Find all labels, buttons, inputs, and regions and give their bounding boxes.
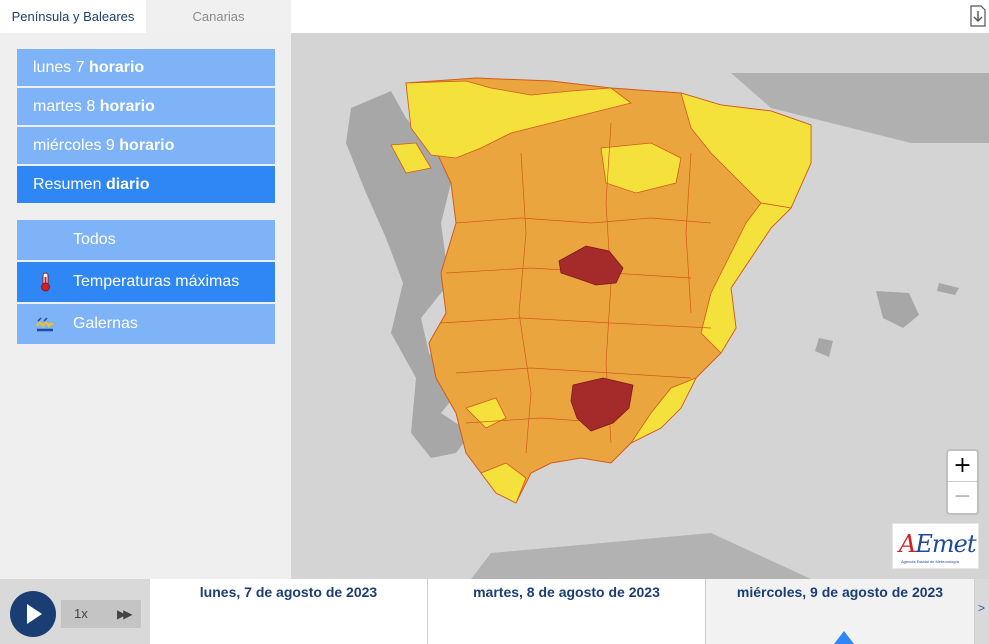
day-button-lunes[interactable]: lunes 7 horario: [17, 49, 275, 86]
day-label: miércoles 9: [33, 137, 115, 154]
zoom-control: + −: [946, 449, 979, 515]
day-label: martes 8: [33, 98, 96, 115]
timeline-date-miercoles[interactable]: miércoles, 9 de agosto de 2023: [706, 579, 975, 644]
thermometer-icon: [41, 272, 50, 292]
africa-land: [471, 533, 811, 579]
tab-canarias[interactable]: Canarias: [146, 0, 291, 33]
day-mode: horario: [119, 137, 175, 154]
mallorca-land: [876, 291, 919, 328]
day-mode: diario: [105, 176, 150, 193]
day-label: Resumen: [33, 176, 102, 193]
download-icon[interactable]: [969, 5, 987, 27]
filter-label: Temperaturas máximas: [73, 273, 240, 290]
day-mode: horario: [89, 59, 145, 76]
zoom-out-button[interactable]: −: [948, 482, 977, 513]
filter-temperaturas-maximas[interactable]: Temperaturas máximas: [17, 262, 275, 302]
timeline-bar: 1x ▶▶ < lunes, 7 de agosto de 2023 marte…: [0, 579, 989, 644]
date-label: miércoles, 9 de agosto de 2023: [736, 584, 944, 600]
logo-subtitle: Agencia Estatal de Meteorología: [901, 559, 959, 564]
aemet-logo: AEmet Agencia Estatal de Meteorología: [892, 523, 979, 569]
logo-letter-a: A: [899, 530, 916, 558]
day-button-miercoles[interactable]: miércoles 9 horario: [17, 127, 275, 164]
filter-galernas[interactable]: Galernas: [17, 304, 275, 344]
warnings-map-app: Península y Baleares Canarias lunes 7 ho…: [0, 0, 989, 644]
logo-letters: Emet: [915, 530, 976, 558]
day-mode: horario: [99, 98, 155, 115]
speed-label: 1x: [74, 606, 88, 621]
filter-label: Todos: [73, 231, 116, 248]
play-button[interactable]: [10, 591, 56, 637]
day-button-resumen[interactable]: Resumen diario: [17, 166, 275, 203]
timeline-pointer-icon: [834, 631, 854, 644]
sidebar: lunes 7 horario martes 8 horario miércol…: [0, 33, 291, 579]
filter-label: Galernas: [73, 315, 138, 332]
speed-control[interactable]: 1x ▶▶: [61, 600, 141, 628]
tab-peninsula[interactable]: Península y Baleares: [0, 0, 146, 33]
region-tabs: Península y Baleares Canarias: [0, 0, 291, 33]
date-label: lunes, 7 de agosto de 2023: [199, 584, 378, 600]
fast-forward-icon[interactable]: ▶▶: [117, 607, 133, 621]
galerna-icon: [36, 317, 54, 332]
timeline-date-lunes[interactable]: lunes, 7 de agosto de 2023: [150, 579, 428, 644]
timeline-next-arrow[interactable]: >: [978, 601, 985, 615]
filter-todos[interactable]: Todos: [17, 220, 275, 260]
date-label: martes, 8 de agosto de 2023: [473, 584, 660, 600]
ibiza-land: [815, 338, 833, 357]
day-label: lunes 7: [33, 59, 85, 76]
day-button-martes[interactable]: martes 8 horario: [17, 88, 275, 125]
timeline-date-martes[interactable]: martes, 8 de agosto de 2023: [428, 579, 706, 644]
logo-wordmark: AEmet: [899, 530, 976, 558]
warnings-map[interactable]: + − AEmet Agencia Estatal de Meteorologí…: [291, 33, 989, 579]
timeline-dates: lunes, 7 de agosto de 2023 martes, 8 de …: [150, 579, 975, 644]
map-svg: [346, 73, 989, 579]
menorca-land: [937, 283, 959, 295]
zoom-in-button[interactable]: +: [948, 451, 977, 482]
